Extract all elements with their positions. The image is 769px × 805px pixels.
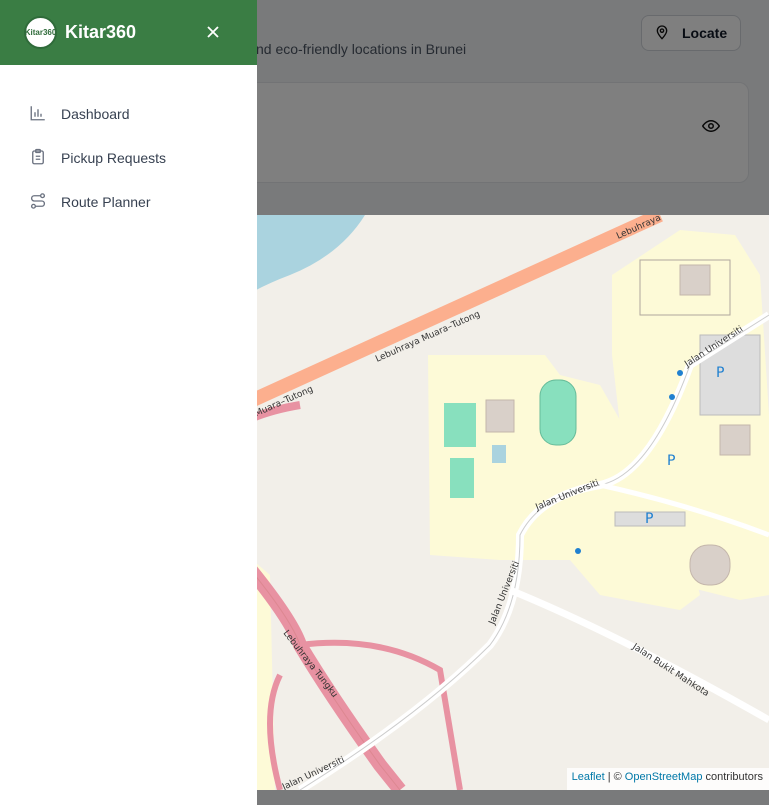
page-overlay-bottom[interactable] [257, 790, 769, 805]
sidebar-header: Kitar360 Kitar360 [0, 0, 257, 65]
sidebar: Kitar360 Kitar360 Dashboard Pickup Reque… [0, 0, 257, 805]
clipboard-icon [29, 148, 47, 169]
sidebar-item-route-planner[interactable]: Route Planner [0, 180, 257, 224]
sidebar-item-dashboard[interactable]: Dashboard [0, 92, 257, 136]
sidebar-item-label: Pickup Requests [61, 150, 167, 166]
leaflet-link[interactable]: Leaflet [572, 771, 605, 783]
chart-icon [29, 104, 47, 125]
sidebar-nav: Dashboard Pickup Requests Route Planner [0, 92, 257, 224]
app-logo: Kitar360 [24, 16, 57, 49]
sidebar-item-label: Route Planner [61, 194, 151, 210]
attribution-separator: | © [607, 771, 622, 783]
route-icon [29, 192, 47, 213]
sidebar-item-pickup-requests[interactable]: Pickup Requests [0, 136, 257, 180]
osm-link[interactable]: OpenStreetMap [625, 771, 703, 783]
app-brand: Kitar360 [65, 22, 137, 42]
sidebar-item-label: Dashboard [61, 106, 130, 122]
map-attribution: Leaflet | © OpenStreetMap contributors [566, 768, 769, 790]
attribution-suffix: contributors [705, 771, 763, 783]
close-icon[interactable] [205, 24, 221, 40]
